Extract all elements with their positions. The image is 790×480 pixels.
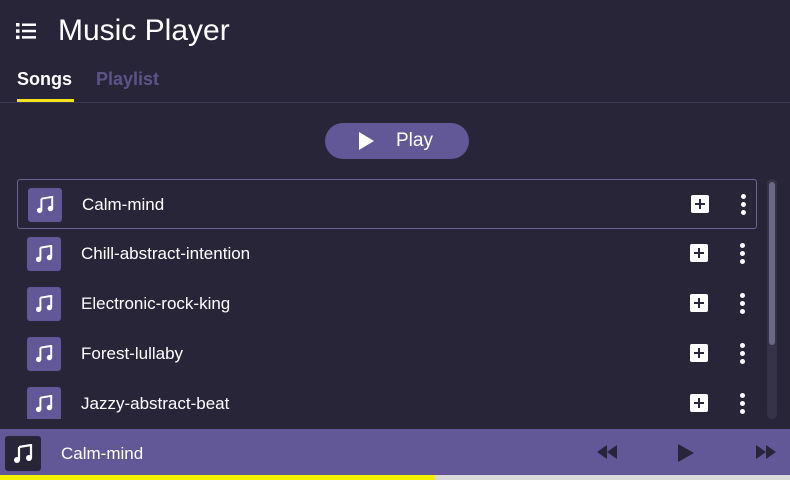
play-all-label: Play (396, 130, 433, 151)
music-note-icon (35, 345, 53, 363)
music-note-icon (14, 444, 33, 463)
song-art (27, 237, 61, 271)
play-icon (359, 132, 374, 150)
song-row[interactable]: Chill-abstract-intention (17, 229, 757, 279)
more-options-icon[interactable] (734, 343, 750, 365)
tab-playlist[interactable]: Playlist (96, 68, 159, 103)
add-to-playlist-icon[interactable] (690, 244, 708, 262)
song-row[interactable]: Calm-mind (17, 179, 757, 229)
add-to-playlist-icon[interactable] (691, 195, 709, 213)
more-options-icon[interactable] (734, 393, 750, 415)
song-art (28, 188, 62, 222)
fast-forward-icon[interactable] (755, 444, 777, 460)
app-header: Music Player (0, 0, 790, 62)
music-note-icon (35, 395, 53, 413)
song-title: Electronic-rock-king (81, 294, 231, 313)
app-title: Music Player (58, 14, 230, 47)
add-to-playlist-icon[interactable] (690, 294, 708, 312)
song-list: Calm-mind Chill-abstract-intention Electro… (17, 179, 757, 419)
song-title: Jazzy-abstract-beat (81, 394, 230, 413)
song-title: Chill-abstract-intention (81, 244, 251, 263)
music-note-icon (35, 245, 53, 263)
song-title: Forest-lullaby (81, 344, 184, 363)
song-art (27, 387, 61, 419)
music-note-icon (35, 295, 53, 313)
more-options-icon[interactable] (735, 194, 751, 216)
more-options-icon[interactable] (734, 243, 750, 265)
tab-bar: Songs Playlist (0, 62, 790, 103)
scrollbar-thumb[interactable] (769, 182, 775, 345)
play-icon[interactable] (677, 443, 695, 463)
song-row[interactable]: Forest-lullaby (17, 329, 757, 379)
song-title: Calm-mind (82, 195, 165, 214)
now-playing-art (5, 436, 41, 471)
music-player-app: Music Player Songs Playlist Play Calm-mi… (0, 0, 790, 480)
playback-progress[interactable] (0, 475, 790, 480)
song-row[interactable]: Electronic-rock-king (17, 279, 757, 329)
song-list-scrollbar[interactable] (767, 179, 777, 419)
progress-fill (0, 475, 435, 480)
tab-songs[interactable]: Songs (17, 68, 72, 103)
song-art (27, 287, 61, 321)
now-playing-title: Calm-mind (61, 444, 144, 463)
menu-list-icon[interactable] (15, 21, 39, 41)
music-note-icon (36, 196, 54, 214)
add-to-playlist-icon[interactable] (690, 344, 708, 362)
song-art (27, 337, 61, 371)
song-row[interactable]: Jazzy-abstract-beat (17, 379, 757, 419)
now-playing-bar: Calm-mind (0, 429, 790, 475)
add-to-playlist-icon[interactable] (690, 394, 708, 412)
rewind-icon[interactable] (596, 444, 618, 460)
play-all-button[interactable]: Play (325, 123, 469, 159)
active-tab-indicator (17, 99, 74, 102)
more-options-icon[interactable] (734, 293, 750, 315)
